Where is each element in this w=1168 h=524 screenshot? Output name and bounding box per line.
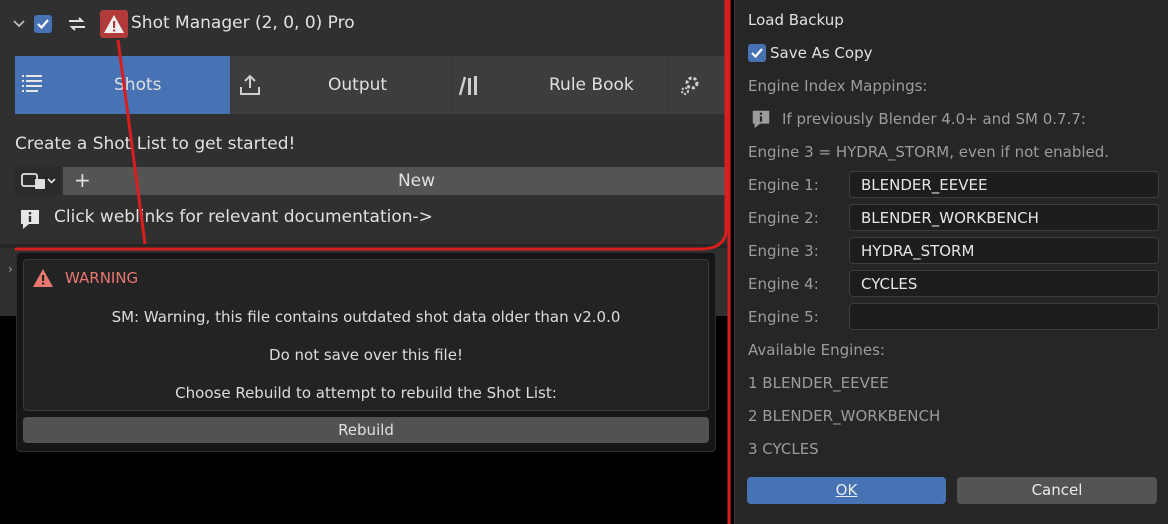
annotation-outline (15, 0, 728, 251)
engine-4-label: Engine 4: (748, 275, 819, 293)
available-engine-item: 2 BLENDER_WORKBENCH (748, 407, 941, 425)
engine-3-label: Engine 3: (748, 242, 819, 260)
ok-button[interactable]: OK (747, 477, 946, 504)
save-as-copy-label[interactable]: Save As Copy (770, 44, 872, 62)
ok-label: OK (835, 481, 858, 499)
engine-4-value: CYCLES (861, 275, 918, 293)
load-backup-title: Load Backup (748, 11, 844, 29)
available-engine-item: 3 CYCLES (748, 440, 819, 458)
info-icon (750, 108, 772, 134)
engine-5-label: Engine 5: (748, 308, 819, 326)
cancel-button[interactable]: Cancel (957, 477, 1157, 504)
engine-3-field[interactable]: HYDRA_STORM (849, 237, 1159, 264)
available-engine-item: 1 BLENDER_EEVEE (748, 374, 889, 392)
engine-2-field[interactable]: BLENDER_WORKBENCH (849, 204, 1159, 231)
engine3-note: Engine 3 = HYDRA_STORM, even if not enab… (748, 143, 1110, 161)
engine-2-value: BLENDER_WORKBENCH (861, 209, 1039, 227)
engine-1-field[interactable]: BLENDER_EEVEE (849, 171, 1159, 198)
save-as-copy-checkbox[interactable] (748, 44, 766, 62)
annotation-line (116, 39, 147, 245)
engine-2-label: Engine 2: (748, 209, 819, 227)
engine-4-field[interactable]: CYCLES (849, 270, 1159, 297)
engine-1-value: BLENDER_EEVEE (861, 176, 988, 194)
cancel-label: Cancel (1031, 481, 1083, 499)
engine-3-value: HYDRA_STORM (861, 242, 975, 260)
mappings-label: Engine Index Mappings: (748, 77, 928, 95)
engine-1-label: Engine 1: (748, 176, 819, 194)
available-engines-label: Available Engines: (748, 341, 885, 359)
info-line: If previously Blender 4.0+ and SM 0.7.7: (782, 110, 1086, 128)
backup-dialog: Load Backup Save As Copy Engine Index Ma… (734, 0, 1168, 524)
engine-5-field[interactable] (849, 303, 1159, 330)
